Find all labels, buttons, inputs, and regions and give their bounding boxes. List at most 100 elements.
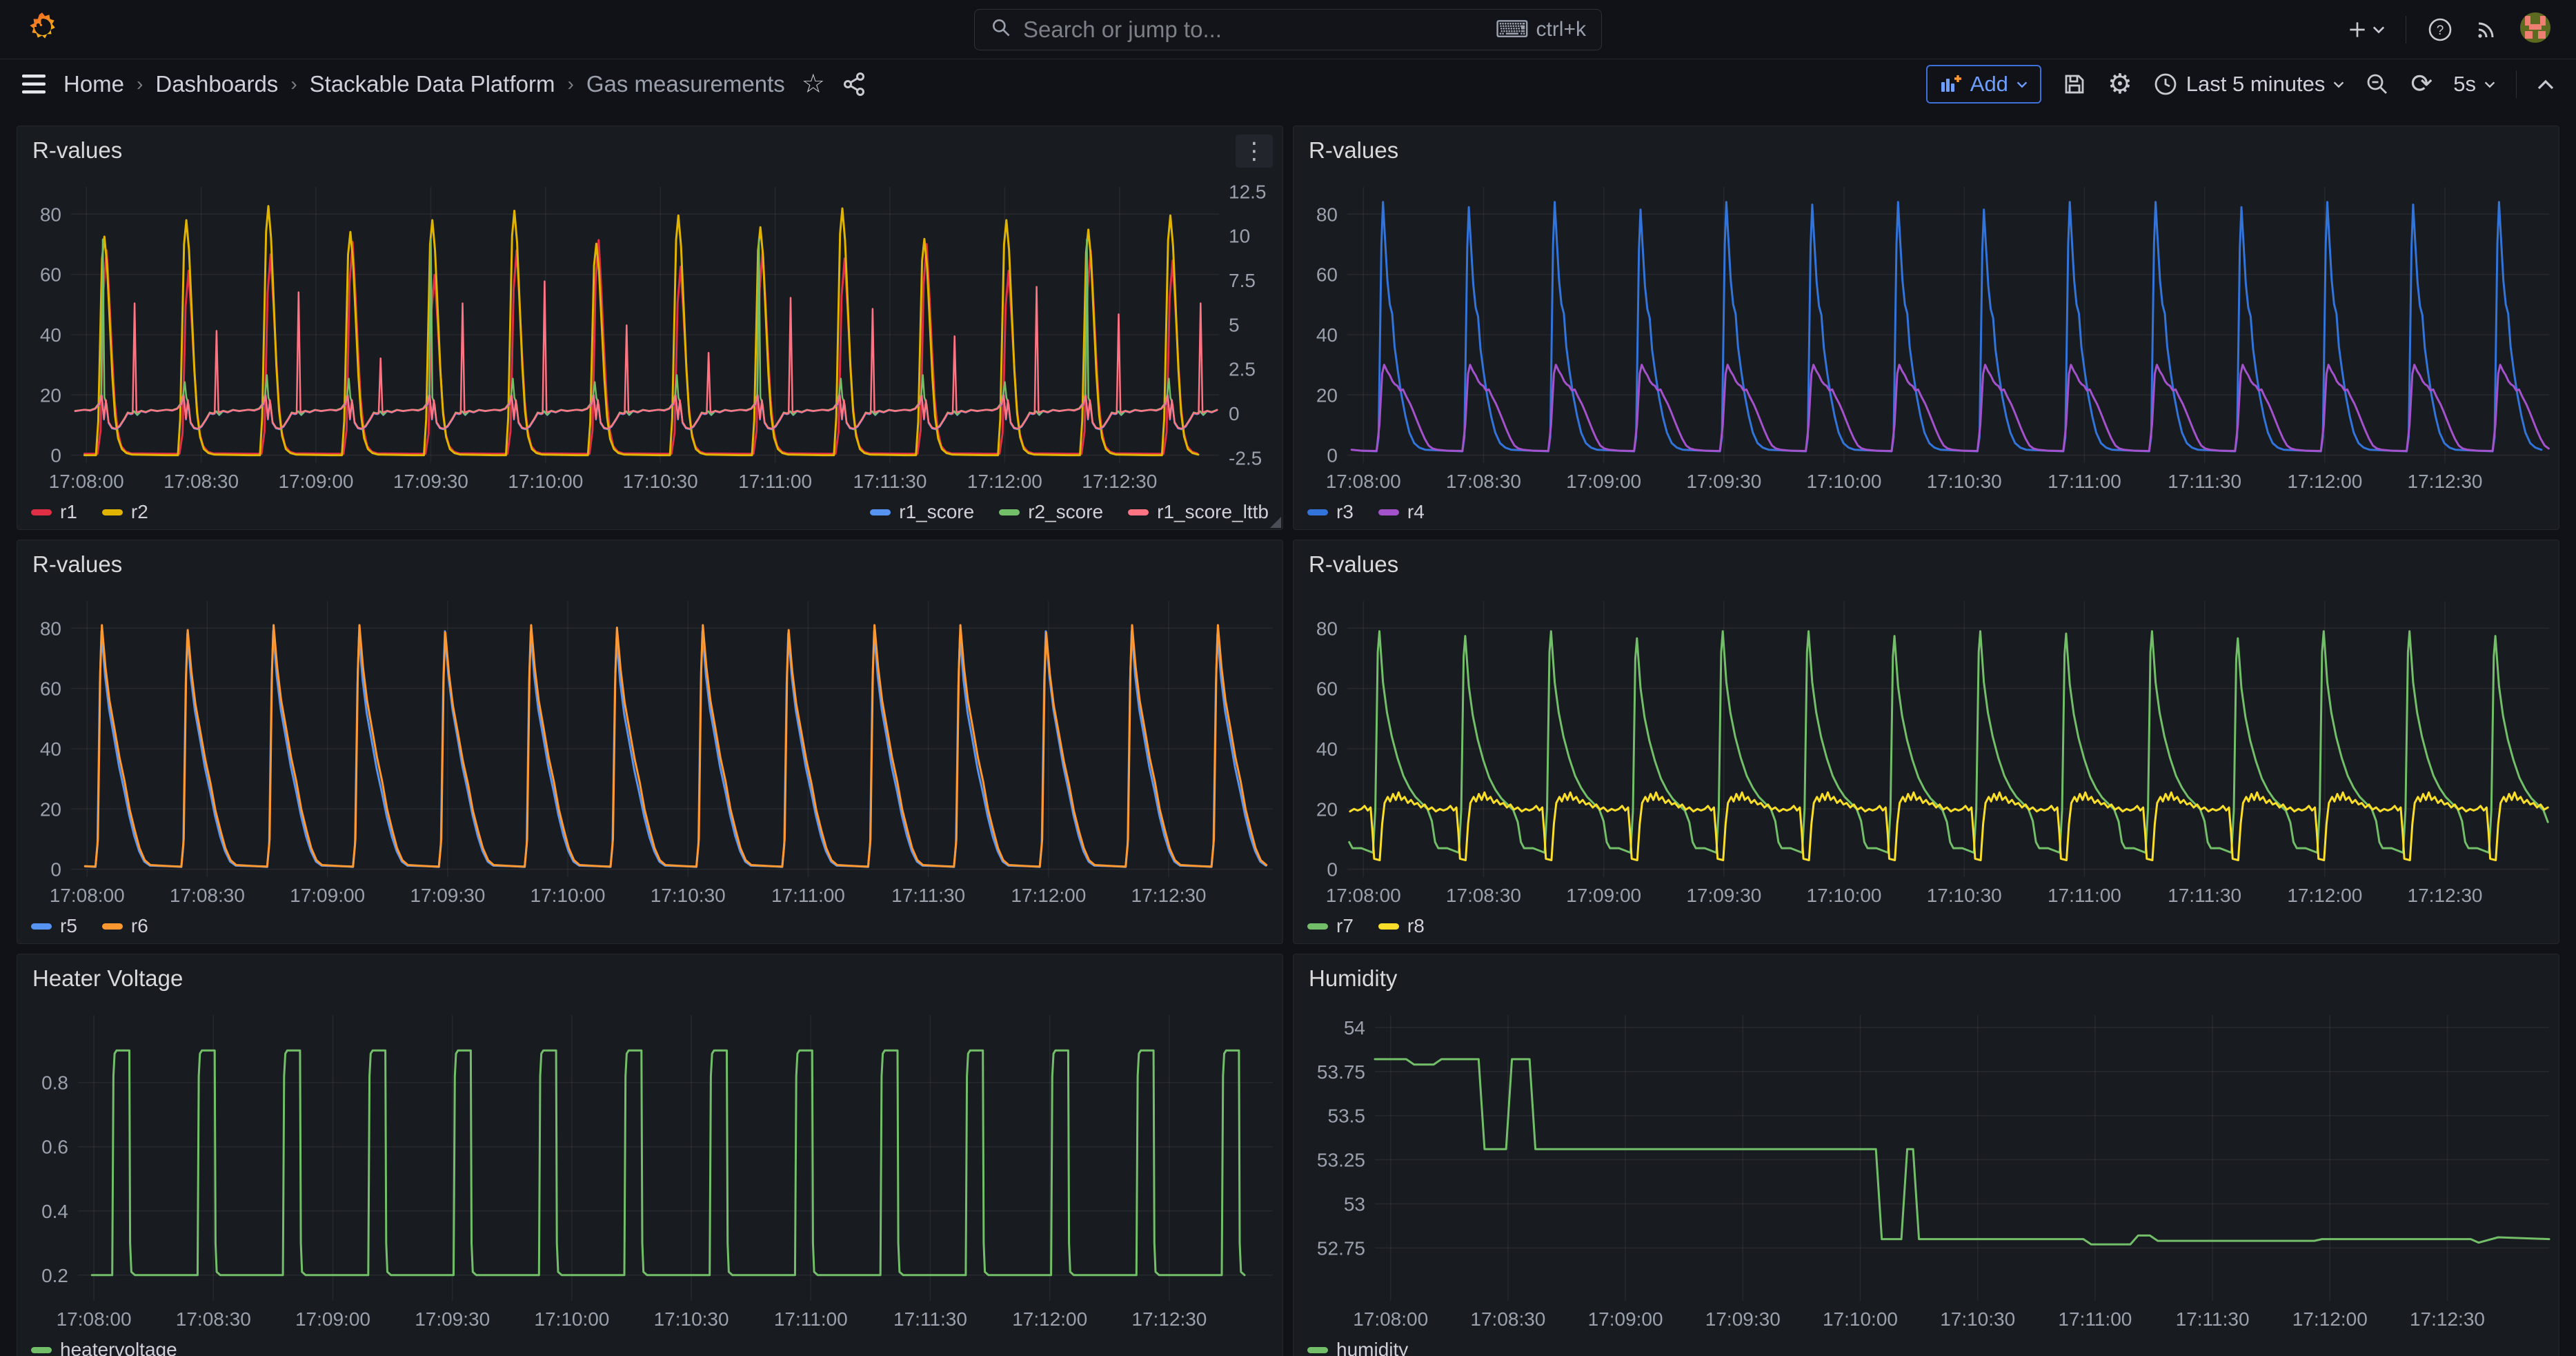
legend-item-r6[interactable]: r6: [102, 915, 148, 937]
svg-text:0.6: 0.6: [41, 1137, 68, 1158]
svg-text:17:11:30: 17:11:30: [893, 1308, 967, 1330]
chart-r-values-2[interactable]: 17:08:0017:08:3017:09:0017:09:3017:10:00…: [1294, 175, 2559, 495]
user-avatar[interactable]: [2519, 12, 2551, 47]
svg-text:12.5: 12.5: [1229, 181, 1267, 202]
dashboard-grid: R-values ⋮ 17:08:0017:08:3017:09:0017:09:3…: [0, 109, 2576, 1356]
panel-header: R-values: [17, 126, 1282, 175]
svg-text:17:12:00: 17:12:00: [2287, 471, 2362, 492]
svg-text:17:11:30: 17:11:30: [853, 471, 927, 492]
svg-text:17:08:30: 17:08:30: [176, 1308, 251, 1330]
breadcrumb-item-stackable-data-platform[interactable]: Stackable Data Platform: [310, 71, 555, 97]
svg-text:17:12:30: 17:12:30: [2408, 471, 2483, 492]
legend-item-r7[interactable]: r7: [1307, 915, 1354, 937]
svg-text:40: 40: [40, 738, 61, 760]
legend-humidity: humidity: [1294, 1333, 2559, 1356]
refresh-button[interactable]: ⟳: [2410, 71, 2433, 97]
legend-item-r2[interactable]: r2: [102, 501, 148, 523]
panel-title-r-values-4[interactable]: R-values: [1309, 551, 1398, 578]
zoom-out-button[interactable]: [2365, 72, 2390, 97]
search-icon: [990, 17, 1012, 42]
legend-item-r8[interactable]: r8: [1378, 915, 1425, 937]
breadcrumb-separator: ›: [567, 73, 573, 95]
chevron-down-icon: [2484, 81, 2495, 88]
svg-text:17:12:00: 17:12:00: [2287, 885, 2362, 906]
svg-text:80: 80: [40, 618, 61, 639]
collapse-toolbar-button[interactable]: [2537, 79, 2554, 90]
chart-r-values-3[interactable]: 17:08:0017:08:3017:09:0017:09:3017:10:00…: [17, 589, 1282, 909]
search-input[interactable]: Search or jump to... ⌨ ctrl+k: [974, 9, 1602, 50]
search-shortcut: ctrl+k: [1536, 18, 1586, 41]
legend-swatch: [1307, 1347, 1328, 1353]
svg-text:17:08:00: 17:08:00: [49, 471, 124, 492]
svg-text:60: 60: [1316, 678, 1338, 700]
time-range-picker[interactable]: Last 5 minutes: [2153, 72, 2345, 97]
panel-title-r-values-1[interactable]: R-values: [32, 137, 122, 164]
svg-text:17:09:30: 17:09:30: [415, 1308, 490, 1330]
legend-item-humidity[interactable]: humidity: [1307, 1339, 1408, 1356]
help-button[interactable]: ?: [2427, 17, 2453, 43]
svg-text:17:11:30: 17:11:30: [2176, 1308, 2250, 1330]
svg-text:2.5: 2.5: [1229, 359, 1256, 380]
svg-text:17:10:30: 17:10:30: [1940, 1308, 2015, 1330]
legend-label: r3: [1336, 501, 1354, 523]
svg-text:17:10:00: 17:10:00: [531, 885, 606, 906]
legend-item-r4[interactable]: r4: [1378, 501, 1425, 523]
svg-text:17:12:00: 17:12:00: [2292, 1308, 2368, 1330]
svg-text:40: 40: [1316, 324, 1338, 346]
legend-item-r1_score_lttb[interactable]: r1_score_lttb: [1128, 501, 1269, 523]
grafana-logo[interactable]: [25, 10, 59, 48]
mega-menu-button[interactable]: [22, 74, 47, 95]
legend-item-r5[interactable]: r5: [31, 915, 77, 937]
legend-label: r6: [131, 915, 148, 937]
legend-label: r1: [60, 501, 77, 523]
refresh-interval-picker[interactable]: 5s: [2453, 72, 2495, 97]
panel-header: R-values: [1294, 126, 2559, 175]
svg-text:0.2: 0.2: [41, 1265, 68, 1286]
svg-text:17:10:30: 17:10:30: [654, 1308, 729, 1330]
breadcrumb-item-dashboards[interactable]: Dashboards: [155, 71, 278, 97]
breadcrumb-separator: ›: [290, 73, 297, 95]
svg-text:17:09:30: 17:09:30: [410, 885, 485, 906]
svg-text:52.75: 52.75: [1317, 1237, 1365, 1259]
dashboard-settings-button[interactable]: ⚙: [2108, 70, 2132, 98]
news-button[interactable]: [2474, 17, 2499, 42]
breadcrumb-item-home[interactable]: Home: [63, 71, 124, 97]
chart-r-values-1[interactable]: 17:08:0017:08:3017:09:0017:09:3017:10:00…: [17, 175, 1282, 495]
save-dashboard-button[interactable]: [2062, 72, 2087, 97]
chart-r-values-4[interactable]: 17:08:0017:08:3017:09:0017:09:3017:10:00…: [1294, 589, 2559, 909]
panel-menu-icon[interactable]: ⋮: [1236, 135, 1273, 168]
svg-text:17:12:00: 17:12:00: [1011, 885, 1086, 906]
breadcrumb-item-gas-measurements[interactable]: Gas measurements: [586, 71, 785, 97]
favorite-button[interactable]: ☆: [802, 71, 825, 97]
share-button[interactable]: [842, 72, 866, 97]
panel-title-humidity[interactable]: Humidity: [1309, 965, 1397, 992]
legend-item-r1[interactable]: r1: [31, 501, 77, 523]
legend-item-r3[interactable]: r3: [1307, 501, 1354, 523]
legend-item-r2_score[interactable]: r2_score: [999, 501, 1103, 523]
chevron-down-icon: [2372, 26, 2385, 34]
svg-text:17:11:30: 17:11:30: [2168, 471, 2241, 492]
breadcrumb-separator: ›: [137, 73, 143, 95]
svg-text:60: 60: [40, 264, 61, 286]
help-icon: ?: [2427, 17, 2453, 43]
svg-text:60: 60: [40, 678, 61, 700]
svg-text:80: 80: [40, 204, 61, 225]
panel-title-r-values-2[interactable]: R-values: [1309, 137, 1398, 164]
chart-heater-voltage[interactable]: 17:08:0017:08:3017:09:0017:09:3017:10:00…: [17, 1003, 1282, 1333]
add-panel-button[interactable]: Add: [1926, 65, 2041, 104]
svg-text:0.8: 0.8: [41, 1072, 68, 1094]
new-button[interactable]: [2346, 19, 2385, 41]
svg-text:17:11:30: 17:11:30: [891, 885, 965, 906]
panel-resize-handle[interactable]: [1270, 517, 1281, 528]
panel-title-heater-voltage[interactable]: Heater Voltage: [32, 965, 183, 992]
chart-humidity[interactable]: 17:08:0017:08:3017:09:0017:09:3017:10:00…: [1294, 1003, 2559, 1333]
panel-header: R-values: [17, 540, 1282, 589]
clock-icon: [2153, 72, 2178, 97]
panel-title-r-values-3[interactable]: R-values: [32, 551, 122, 578]
svg-text:17:09:30: 17:09:30: [1686, 471, 1761, 492]
svg-text:80: 80: [1316, 204, 1338, 225]
legend-item-heatervoltage[interactable]: heatervoltage: [31, 1339, 177, 1356]
legend-label: r2_score: [1028, 501, 1103, 523]
svg-text:53: 53: [1344, 1193, 1365, 1215]
legend-item-r1_score[interactable]: r1_score: [870, 501, 974, 523]
